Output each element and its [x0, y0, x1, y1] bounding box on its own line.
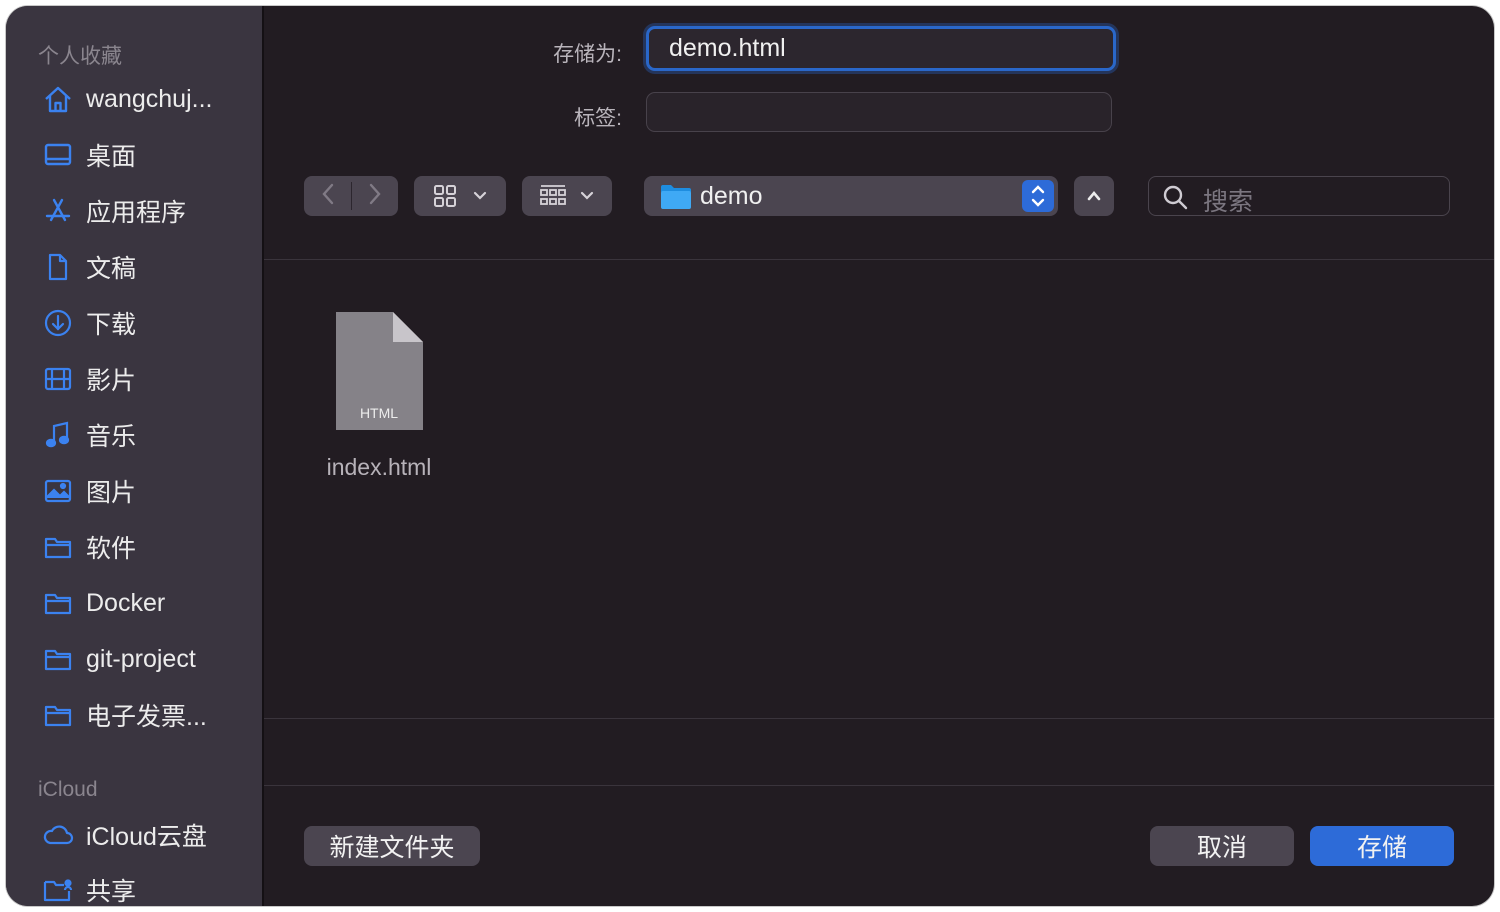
sidebar-item-desktop[interactable]: 桌面: [42, 135, 136, 175]
sidebar-item-music[interactable]: 音乐: [42, 415, 136, 455]
sidebar-item-label: git-project: [86, 644, 196, 673]
folder-icon: [42, 531, 74, 563]
shared-folder-icon: [42, 874, 74, 906]
chevron-down-icon: [580, 191, 594, 200]
search-field[interactable]: 搜索: [1148, 176, 1450, 216]
chevron-up-icon: [1087, 190, 1101, 201]
file-item[interactable]: HTML index.html: [314, 311, 444, 481]
save-button[interactable]: 存储: [1310, 826, 1454, 866]
new-folder-button[interactable]: 新建文件夹: [304, 826, 480, 866]
sidebar-item-label: 下载: [86, 311, 137, 339]
sidebar-item-downloads[interactable]: 下载: [42, 303, 136, 343]
sidebar-item-label: iCloud云盘: [86, 823, 207, 851]
sidebar-item-label: 音乐: [86, 423, 137, 451]
filename-input[interactable]: [646, 26, 1116, 71]
sidebar-item-label: 文稿: [86, 255, 137, 283]
sidebar-item-label: 桌面: [86, 143, 137, 171]
main-panel: 存储为: 标签:: [264, 6, 1494, 906]
divider: [264, 259, 1494, 260]
sidebar-item-shared[interactable]: 共享: [42, 870, 136, 906]
search-placeholder: 搜索: [1203, 188, 1254, 216]
favorites-header: 个人收藏: [38, 45, 122, 68]
chevron-up-down-icon: [1031, 185, 1045, 207]
html-file-icon: HTML: [336, 312, 423, 430]
search-icon: [1163, 185, 1188, 210]
home-icon: [42, 83, 74, 115]
sidebar-item-home[interactable]: wangchuj...: [42, 79, 212, 119]
cloud-icon: [42, 819, 74, 851]
cancel-button[interactable]: 取消: [1150, 826, 1294, 866]
save-dialog: 个人收藏 wangchuj... 桌面 应用程序 文稿 下载 影片 音乐 图片 …: [6, 6, 1494, 906]
divider: [264, 785, 1494, 786]
view-mode-button[interactable]: [414, 176, 506, 216]
divider: [264, 718, 1494, 719]
download-icon: [42, 307, 74, 339]
group-icon: [540, 185, 566, 205]
sidebar-item-pictures[interactable]: 图片: [42, 471, 136, 511]
folder-icon: [661, 185, 691, 209]
sidebar-item-label: 电子发票...: [86, 703, 207, 731]
sidebar-item-label: 共享: [86, 878, 137, 906]
group-button[interactable]: [522, 176, 612, 216]
forward-button[interactable]: [365, 181, 385, 212]
film-icon: [42, 363, 74, 395]
tags-input[interactable]: [646, 92, 1112, 132]
folder-icon: [42, 699, 74, 731]
file-name: index.html: [326, 454, 432, 480]
divider: [351, 182, 352, 210]
document-icon: [42, 251, 74, 283]
file-type-label: HTML: [360, 405, 398, 421]
sidebar-item-label: Docker: [86, 588, 166, 617]
chevron-right-icon: [369, 183, 381, 204]
grid-view-icon: [434, 185, 456, 207]
sidebar-item-software[interactable]: 软件: [42, 527, 136, 567]
location-label: demo: [700, 182, 763, 210]
music-icon: [42, 419, 74, 451]
sidebar-item-applications[interactable]: 应用程序: [42, 191, 186, 231]
sidebar-item-label: 图片: [86, 479, 137, 507]
chevron-down-icon: [473, 191, 487, 200]
sidebar-item-label: wangchuj...: [86, 84, 213, 113]
sidebar-item-invoices[interactable]: 电子发票...: [42, 695, 207, 735]
sidebar-item-documents[interactable]: 文稿: [42, 247, 136, 287]
sidebar-item-docker[interactable]: Docker: [42, 583, 165, 623]
sidebar-item-git-project[interactable]: git-project: [42, 639, 196, 679]
picture-icon: [42, 475, 74, 507]
popup-arrows: [1022, 180, 1054, 212]
chevron-left-icon: [321, 183, 333, 204]
location-popup[interactable]: demo: [644, 176, 1058, 216]
sidebar-item-label: 应用程序: [86, 199, 187, 227]
applications-icon: [42, 195, 74, 227]
back-button[interactable]: [318, 181, 338, 212]
sidebar-item-label: 软件: [86, 535, 137, 563]
icloud-header: iCloud: [38, 778, 98, 801]
folder-icon: [42, 587, 74, 619]
tags-label: 标签:: [574, 107, 622, 130]
sidebar-item-movies[interactable]: 影片: [42, 359, 136, 399]
collapse-button[interactable]: [1074, 176, 1114, 216]
folder-icon: [42, 643, 74, 675]
sidebar-item-icloud-drive[interactable]: iCloud云盘: [42, 815, 207, 855]
sidebar-item-label: 影片: [86, 367, 137, 395]
save-as-label: 存储为:: [553, 43, 622, 66]
desktop-icon: [42, 139, 74, 171]
sidebar: 个人收藏 wangchuj... 桌面 应用程序 文稿 下载 影片 音乐 图片 …: [6, 6, 264, 906]
